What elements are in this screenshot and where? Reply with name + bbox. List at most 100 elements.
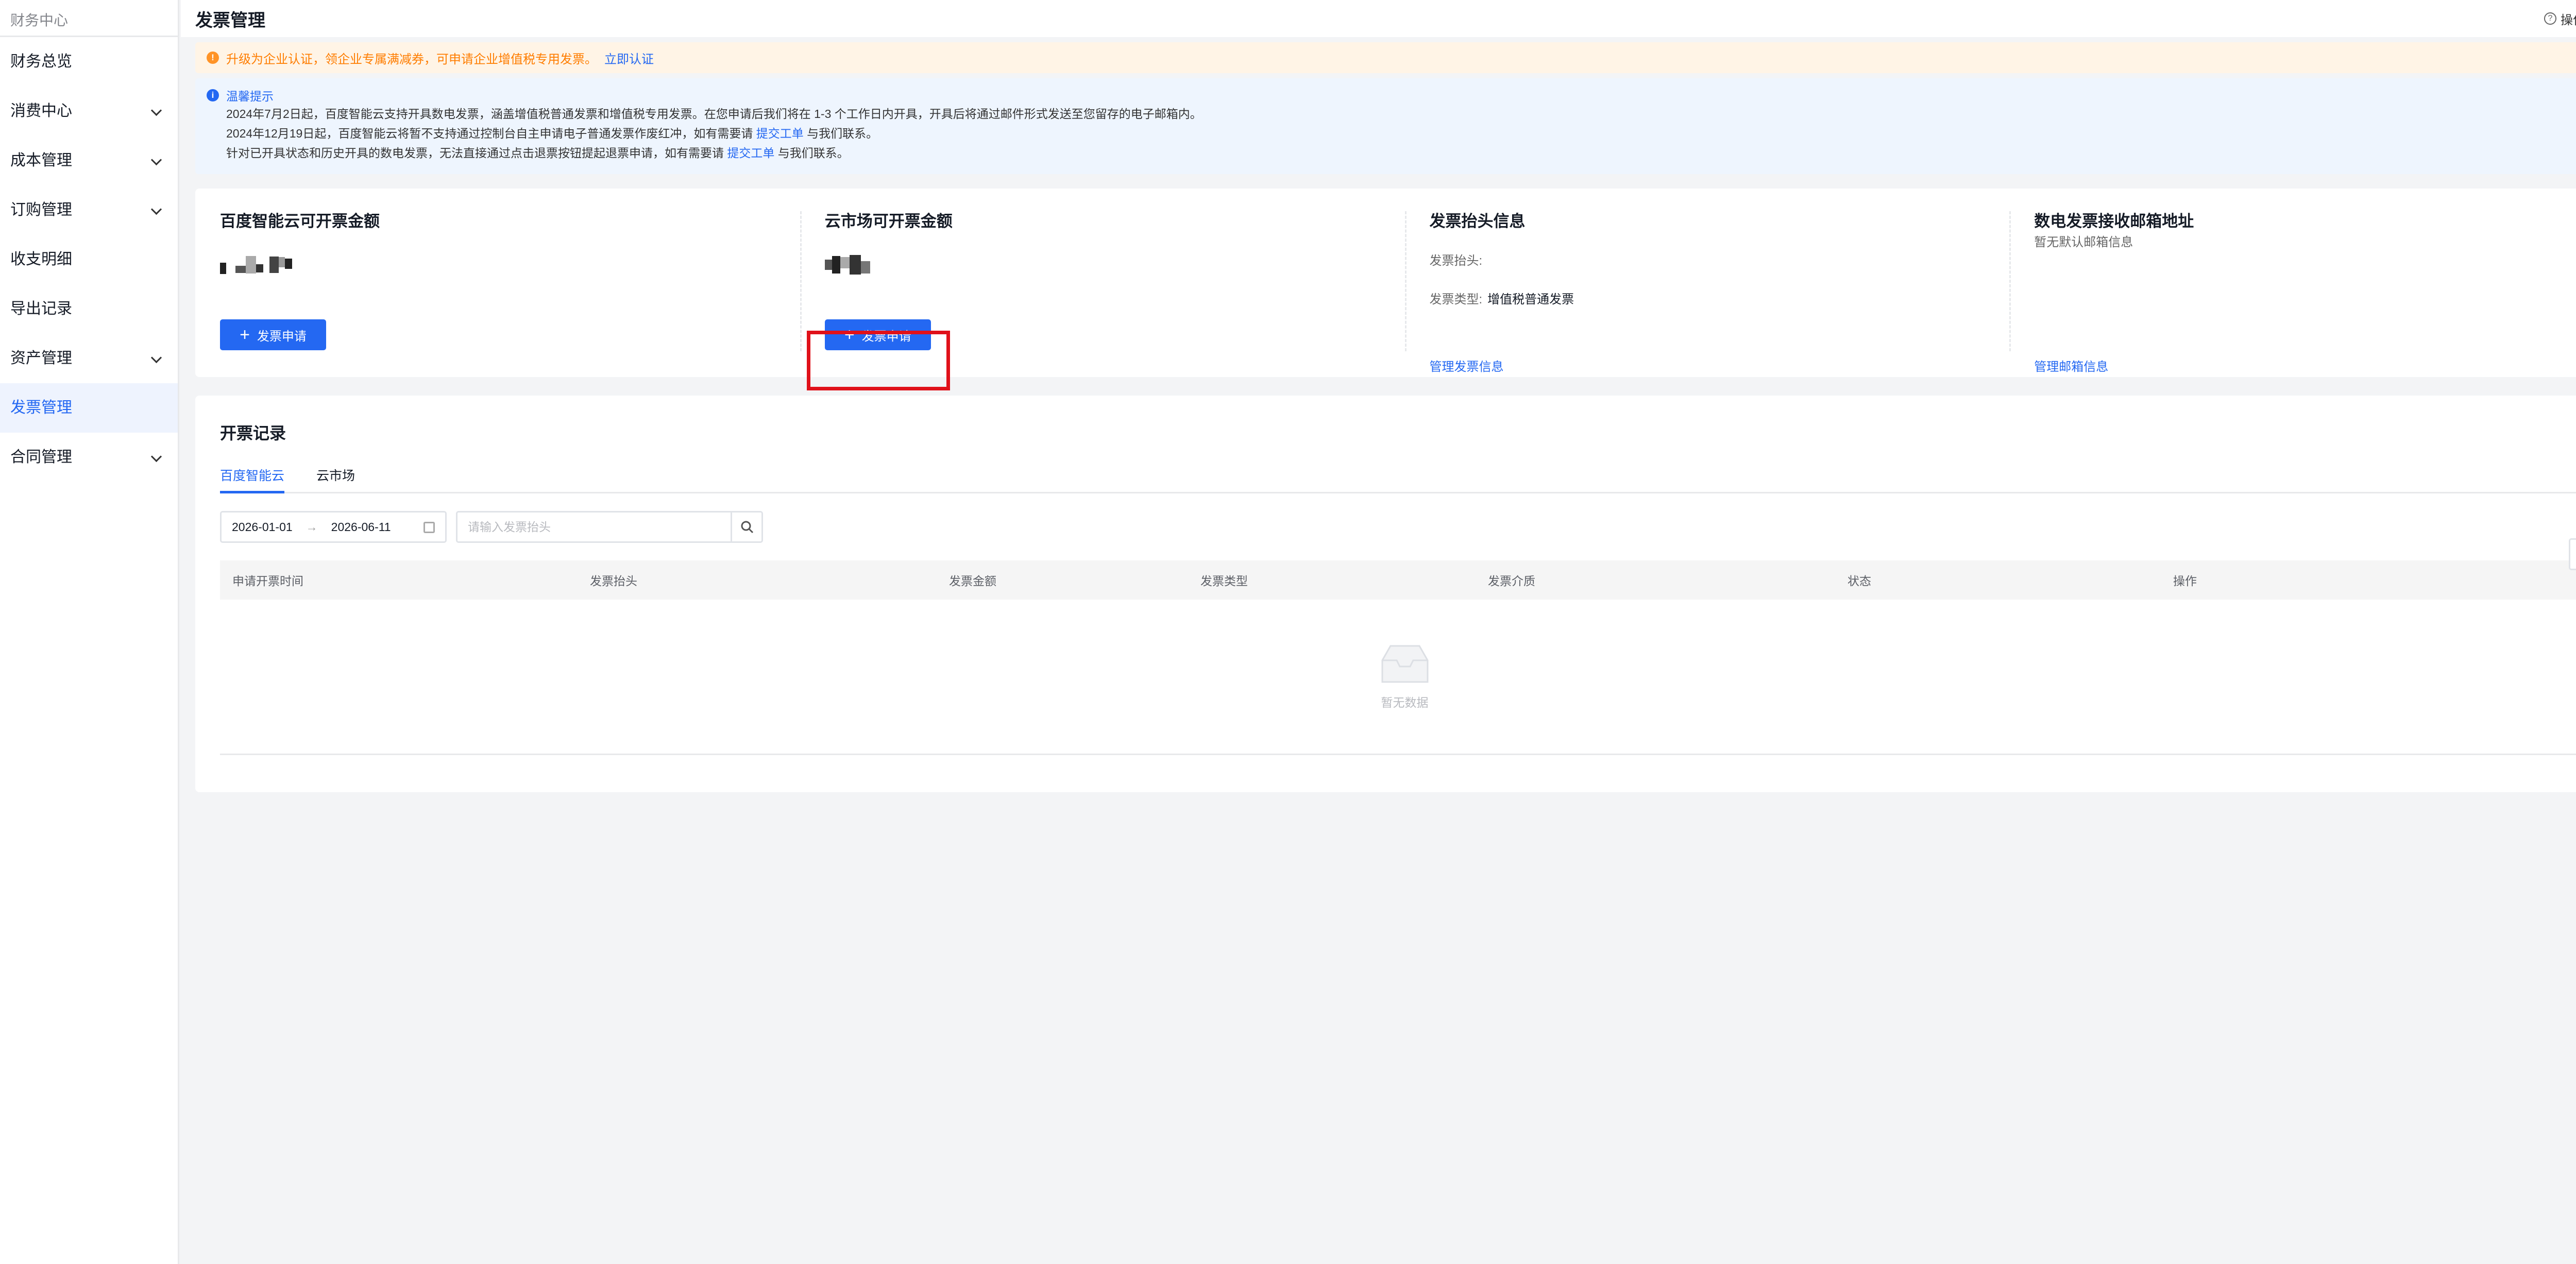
manage-email-link[interactable]: 管理邮箱信息: [2034, 356, 2108, 374]
info-icon: i: [207, 89, 219, 101]
info-line-2-text: 2024年12月19日起，百度智能云将暂不支持通过控制台自主申请电子普通发票作废…: [226, 127, 753, 140]
info-line-2-suffix: 与我们联系。: [807, 127, 878, 140]
sidebar-item-invoices[interactable]: 发票管理: [0, 383, 178, 433]
info-title: 温馨提示: [226, 90, 274, 103]
invoice-records-card: 开票记录 百度智能云 云市场 2026-01-01 → 2026-06-11 申…: [195, 396, 2576, 792]
tab-cloud-market[interactable]: 云市场: [316, 464, 355, 492]
masked-amount: [824, 252, 1380, 277]
column-header: 发票类型: [1200, 574, 1248, 588]
invoice-type-value: 增值税普通发票: [1487, 293, 1574, 306]
column-header: 操作: [2173, 574, 2197, 588]
baidu-invoice-apply-button[interactable]: + 发票申请: [220, 319, 326, 350]
button-label: 发票申请: [861, 329, 911, 344]
records-tabs: 百度智能云 云市场: [220, 464, 2576, 493]
info-line-1: 2024年7月2日起，百度智能云支持开具数电发票，涵盖增值税普通发票和增值税专用…: [226, 107, 1202, 121]
sidebar-item-label: 导出记录: [10, 300, 72, 317]
search-button[interactable]: [731, 513, 761, 541]
sidebar-item-label: 收支明细: [10, 251, 72, 268]
date-range-picker[interactable]: 2026-01-01 → 2026-06-11: [220, 511, 447, 543]
info-line-3-text: 针对已开具状态和历史开具的数电发票，无法直接通过点击退票按钮提起退票申请，如有需…: [226, 146, 724, 160]
invoice-header-panel: 发票抬头信息 发票抬头: 发票类型: 增值税普通发票 管理发票信息: [1404, 189, 2010, 377]
email-panel: 数电发票接收邮箱地址 暂无默认邮箱信息 管理邮箱信息: [2009, 189, 2576, 377]
sidebar-item-label: 成本管理: [10, 152, 72, 169]
masked-amount: [220, 252, 775, 277]
sidebar-item-cost[interactable]: 成本管理: [0, 136, 178, 185]
submit-ticket-link[interactable]: 提交工单: [756, 127, 804, 140]
operation-guide-link[interactable]: ? 操作指南: [2544, 10, 2576, 28]
baidu-amount-title: 百度智能云可开票金额: [220, 212, 380, 230]
invoice-type-row: 发票类型: 增值税普通发票: [1430, 289, 1985, 307]
sidebar-item-transactions[interactable]: 收支明细: [0, 235, 178, 284]
invoice-type-label: 发票类型:: [1429, 293, 1483, 306]
plus-icon: +: [844, 325, 855, 345]
invoice-header-title: 发票抬头信息: [1429, 212, 1526, 230]
sidebar-item-label: 订购管理: [10, 201, 72, 218]
email-subtitle: 暂无默认邮箱信息: [2034, 235, 2133, 249]
records-filters: 2026-01-01 → 2026-06-11: [220, 511, 2576, 543]
chevron-down-icon: [152, 185, 160, 235]
empty-inbox-icon: [1381, 645, 1428, 683]
column-header: 发票金额: [949, 574, 996, 588]
records-title: 开票记录: [220, 424, 286, 442]
sidebar-item-contracts[interactable]: 合同管理: [0, 433, 178, 482]
market-amount-title: 云市场可开票金额: [824, 212, 953, 230]
warning-icon: !: [207, 52, 219, 64]
refresh-button[interactable]: [2569, 538, 2576, 570]
info-line-3: 针对已开具状态和历史开具的数电发票，无法直接通过点击退票按钮提起退票申请，如有需…: [207, 143, 2576, 163]
empty-state: 暂无数据: [220, 600, 2576, 755]
column-header: 状态: [1848, 574, 1871, 588]
plus-icon: +: [240, 325, 250, 345]
date-range-arrow: →: [306, 520, 318, 534]
sidebar-nav: 财务总览 消费中心 成本管理 订购管理 收支明细 导出记录 资产管理 发票管理 …: [0, 37, 178, 482]
info-line-3-suffix: 与我们联系。: [777, 146, 849, 160]
page-title: 发票管理: [195, 10, 265, 30]
sidebar-item-consumption[interactable]: 消费中心: [0, 87, 178, 136]
search-input[interactable]: [457, 513, 731, 541]
warning-banner: ! 升级为企业认证，领企业专属满减券，可申请企业增值税专用发票。 立即认证 ×: [195, 42, 2576, 73]
search-box: [456, 511, 763, 543]
search-icon: [741, 521, 753, 534]
sidebar-item-label: 消费中心: [10, 103, 72, 119]
tab-baidu-cloud[interactable]: 百度智能云: [220, 464, 285, 493]
sidebar-item-label: 财务总览: [10, 53, 72, 70]
sidebar-item-assets[interactable]: 资产管理: [0, 334, 178, 383]
column-header: 申请开票时间: [232, 574, 303, 588]
empty-text: 暂无数据: [1381, 696, 1429, 709]
help-icon: ?: [2544, 12, 2556, 25]
sidebar-item-label: 资产管理: [10, 350, 72, 367]
sidebar-item-exports[interactable]: 导出记录: [0, 284, 178, 334]
column-header: 发票介质: [1488, 574, 1535, 588]
verify-link[interactable]: 立即认证: [604, 49, 654, 67]
sidebar-item-label: 合同管理: [10, 449, 72, 466]
submit-ticket-link[interactable]: 提交工单: [727, 146, 774, 160]
sidebar-item-orders[interactable]: 订购管理: [0, 185, 178, 235]
top-bar: 发票管理 ? 操作指南: [181, 0, 2576, 37]
sidebar-item-overview[interactable]: 财务总览: [0, 37, 178, 87]
sidebar-title: 财务中心: [0, 0, 178, 37]
info-line-2: 2024年12月19日起，百度智能云将暂不支持通过控制台自主申请电子普通发票作废…: [207, 124, 2576, 143]
sidebar: 财务中心 财务总览 消费中心 成本管理 订购管理 收支明细 导出记录 资产管理 …: [0, 0, 179, 1264]
market-amount-panel: 云市场可开票金额 + 发票申请: [800, 189, 1405, 377]
date-start: 2026-01-01: [232, 520, 293, 534]
manage-invoice-info-link[interactable]: 管理发票信息: [1430, 356, 1504, 374]
chevron-down-icon: [152, 334, 160, 383]
sidebar-item-label: 发票管理: [10, 399, 72, 416]
info-banner: i 温馨提示 2024年7月2日起，百度智能云支持开具数电发票，涵盖增值税普通发…: [195, 78, 2576, 174]
warning-text: 升级为企业认证，领企业专属满减券，可申请企业增值税专用发票。: [226, 52, 597, 66]
invoice-header-label: 发票抬头:: [1429, 254, 1483, 268]
chevron-down-icon: [152, 136, 160, 185]
date-end: 2026-06-11: [331, 520, 391, 534]
button-label: 发票申请: [257, 329, 307, 344]
chevron-down-icon: [152, 433, 160, 482]
guide-label: 操作指南: [2561, 13, 2576, 27]
email-title: 数电发票接收邮箱地址: [2034, 212, 2194, 230]
calendar-icon: [423, 522, 435, 533]
table-header: 申请开票时间 发票抬头 发票金额 发票类型 发票介质 状态 操作: [220, 560, 2576, 600]
column-header: 发票抬头: [590, 574, 637, 588]
main-content: 发票管理 ? 操作指南 ! 升级为企业认证，领企业专属满减券，可申请企业增值税专…: [181, 0, 2576, 1264]
baidu-amount-panel: 百度智能云可开票金额 + 发票申请: [195, 189, 800, 377]
summary-card: 百度智能云可开票金额 + 发票申请 云市场可开票金额 + 发票申请 发票抬头信息…: [195, 189, 2576, 377]
market-invoice-apply-button[interactable]: + 发票申请: [824, 319, 931, 350]
invoice-header-row: 发票抬头:: [1430, 250, 1985, 268]
chevron-down-icon: [152, 87, 160, 136]
